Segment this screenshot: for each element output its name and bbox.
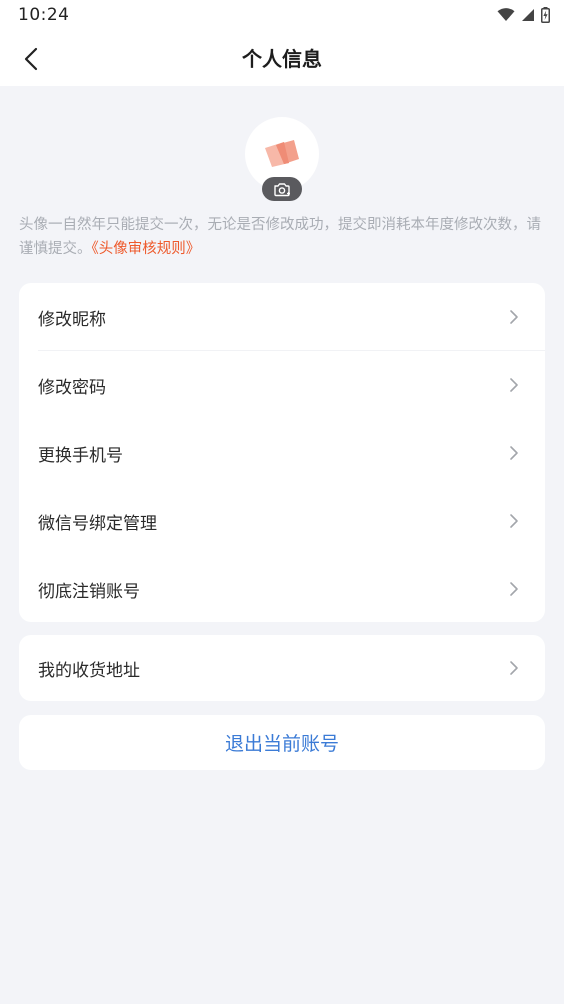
- change-password-item[interactable]: 修改密码: [19, 351, 545, 419]
- list-item-label: 微信号绑定管理: [38, 513, 157, 534]
- shipping-address-item[interactable]: 我的收货地址: [19, 635, 545, 701]
- list-item-label: 修改密码: [38, 377, 106, 398]
- logout-card: 退出当前账号: [19, 715, 545, 770]
- delete-account-item[interactable]: 彻底注销账号: [19, 555, 545, 622]
- page-title: 个人信息: [242, 47, 322, 71]
- wechat-binding-item[interactable]: 微信号绑定管理: [19, 487, 545, 555]
- account-settings-card: 修改昵称 修改密码 更换手机号 微信号绑定管理 彻底注销账号: [19, 283, 545, 622]
- change-phone-item[interactable]: 更换手机号: [19, 419, 545, 487]
- chevron-right-icon: [510, 310, 518, 324]
- chevron-right-icon: [510, 514, 518, 528]
- status-icons: [497, 6, 550, 24]
- avatar-image: [265, 140, 299, 167]
- list-item-label: 更换手机号: [38, 445, 123, 466]
- avatar-section: [245, 117, 319, 201]
- chevron-right-icon: [510, 582, 518, 596]
- status-bar: 10:24: [0, 0, 564, 30]
- wifi-icon: [497, 8, 515, 21]
- status-time: 10:24: [18, 5, 70, 25]
- logout-button[interactable]: 退出当前账号: [19, 715, 545, 770]
- chevron-right-icon: [510, 446, 518, 460]
- change-avatar-button[interactable]: [262, 177, 302, 201]
- address-card: 我的收货地址: [19, 635, 545, 701]
- battery-charging-icon: [541, 7, 550, 23]
- list-item-label: 我的收货地址: [38, 660, 140, 681]
- camera-icon: [274, 182, 290, 196]
- avatar-rules-link[interactable]: 《头像审核规则》: [92, 241, 201, 257]
- avatar-notice: 头像一自然年只能提交一次，无论是否修改成功，提交即消耗本年度修改次数，请谨慎提交…: [19, 213, 547, 261]
- chevron-right-icon: [510, 661, 518, 675]
- chevron-right-icon: [510, 378, 518, 392]
- list-item-label: 彻底注销账号: [38, 581, 140, 602]
- list-item-label: 修改昵称: [38, 309, 106, 330]
- nav-bar: 个人信息: [0, 30, 564, 86]
- change-nickname-item[interactable]: 修改昵称: [19, 283, 545, 351]
- signal-icon: [522, 9, 534, 21]
